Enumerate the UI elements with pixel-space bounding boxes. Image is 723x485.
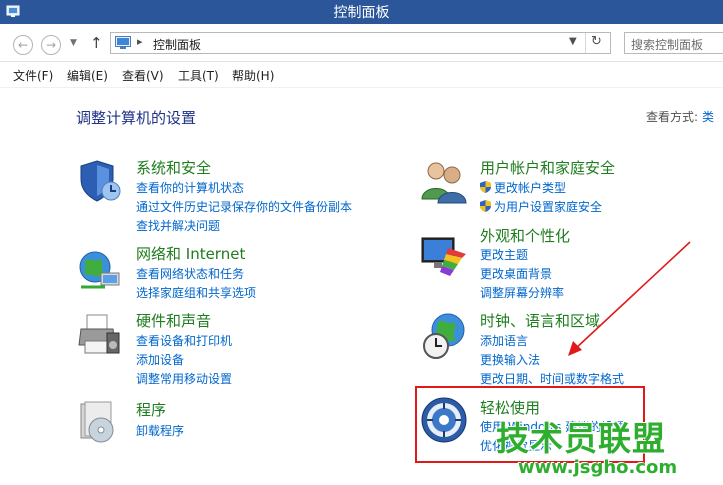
- link-change-account-type[interactable]: 更改帐户类型: [480, 179, 566, 196]
- address-bar[interactable]: ▸ 控制面板 ▼ ↻: [110, 32, 611, 54]
- watermark-url: www.jsgho.com: [518, 457, 678, 478]
- menu-help[interactable]: 帮助(H): [232, 67, 274, 84]
- view-by: 查看方式: 类: [646, 108, 714, 125]
- link-family-safety[interactable]: 为用户设置家庭安全: [480, 198, 602, 215]
- users-icon[interactable]: [420, 157, 468, 205]
- view-by-label: 查看方式:: [646, 110, 699, 124]
- link-uninstall-program[interactable]: 卸载程序: [136, 422, 184, 439]
- window-title: 控制面板: [333, 5, 390, 21]
- menu-view[interactable]: 查看(V): [122, 67, 164, 84]
- address-divider: [585, 33, 586, 53]
- link-homegroup-sharing[interactable]: 选择家庭组和共享选项: [136, 284, 256, 301]
- menu-file[interactable]: 文件(F): [13, 67, 53, 84]
- link-troubleshoot[interactable]: 查找并解决问题: [136, 217, 220, 234]
- breadcrumb-control-panel[interactable]: 控制面板: [153, 36, 201, 53]
- title-bar: 控制面板: [0, 0, 723, 24]
- recent-locations-chevron-icon[interactable]: ▼: [70, 38, 77, 48]
- address-dropdown-chevron-icon[interactable]: ▼: [569, 36, 577, 47]
- up-arrow-icon[interactable]: ↑: [90, 34, 103, 52]
- uac-shield-icon: [480, 181, 491, 193]
- search-input[interactable]: 搜索控制面板: [624, 32, 723, 54]
- link-add-language[interactable]: 添加语言: [480, 332, 528, 349]
- view-by-dropdown[interactable]: 类: [702, 110, 714, 124]
- category-programs[interactable]: 程序: [136, 399, 166, 420]
- printer-icon[interactable]: [75, 311, 123, 359]
- category-user-accounts[interactable]: 用户帐户和家庭安全: [480, 157, 615, 178]
- monitor-palette-icon[interactable]: [420, 232, 468, 280]
- page-title: 调整计算机的设置: [76, 109, 197, 127]
- link-screen-resolution[interactable]: 调整屏幕分辨率: [480, 284, 564, 301]
- refresh-icon[interactable]: ↻: [591, 34, 602, 49]
- category-network-internet[interactable]: 网络和 Internet: [136, 243, 245, 264]
- shield-icon[interactable]: [75, 157, 123, 205]
- menu-edit[interactable]: 编辑(E): [67, 67, 108, 84]
- watermark-logo-text: 技术员联盟: [496, 419, 666, 458]
- control-panel-icon: [115, 36, 131, 49]
- link-network-status[interactable]: 查看网络状态和任务: [136, 265, 244, 282]
- link-file-history-backup[interactable]: 通过文件历史记录保存你的文件备份副本: [136, 198, 352, 215]
- category-appearance[interactable]: 外观和个性化: [480, 225, 570, 246]
- uac-shield-icon: [480, 200, 491, 212]
- menu-tools[interactable]: 工具(T): [178, 67, 219, 84]
- link-change-input-method[interactable]: 更换输入法: [480, 351, 540, 368]
- navigation-bar: ← → ▼ ↑ ▸ 控制面板 ▼ ↻ 搜索控制面板: [0, 24, 723, 62]
- link-add-device[interactable]: 添加设备: [136, 351, 184, 368]
- back-button[interactable]: ←: [13, 35, 33, 55]
- link-change-account-type-label: 更改帐户类型: [494, 181, 567, 195]
- forward-button[interactable]: →: [41, 35, 61, 55]
- link-devices-printers[interactable]: 查看设备和打印机: [136, 332, 232, 349]
- category-system-security[interactable]: 系统和安全: [136, 157, 211, 178]
- programs-disc-icon[interactable]: [75, 398, 123, 446]
- link-family-safety-label: 为用户设置家庭安全: [494, 200, 603, 214]
- link-mobility-settings[interactable]: 调整常用移动设置: [136, 370, 232, 387]
- link-view-computer-status[interactable]: 查看你的计算机状态: [136, 179, 244, 196]
- search-placeholder: 搜索控制面板: [631, 38, 704, 52]
- breadcrumb-separator-icon: ▸: [137, 35, 143, 48]
- link-desktop-background[interactable]: 更改桌面背景: [480, 265, 552, 282]
- clock-globe-icon[interactable]: [420, 312, 468, 360]
- menu-bar: 文件(F) 编辑(E) 查看(V) 工具(T) 帮助(H): [0, 62, 723, 88]
- red-arrow-icon: [568, 241, 691, 356]
- network-globe-icon[interactable]: [75, 245, 123, 293]
- category-hardware-sound[interactable]: 硬件和声音: [136, 310, 211, 331]
- link-change-theme[interactable]: 更改主题: [480, 246, 528, 263]
- link-date-time-format[interactable]: 更改日期、时间或数字格式: [480, 370, 624, 387]
